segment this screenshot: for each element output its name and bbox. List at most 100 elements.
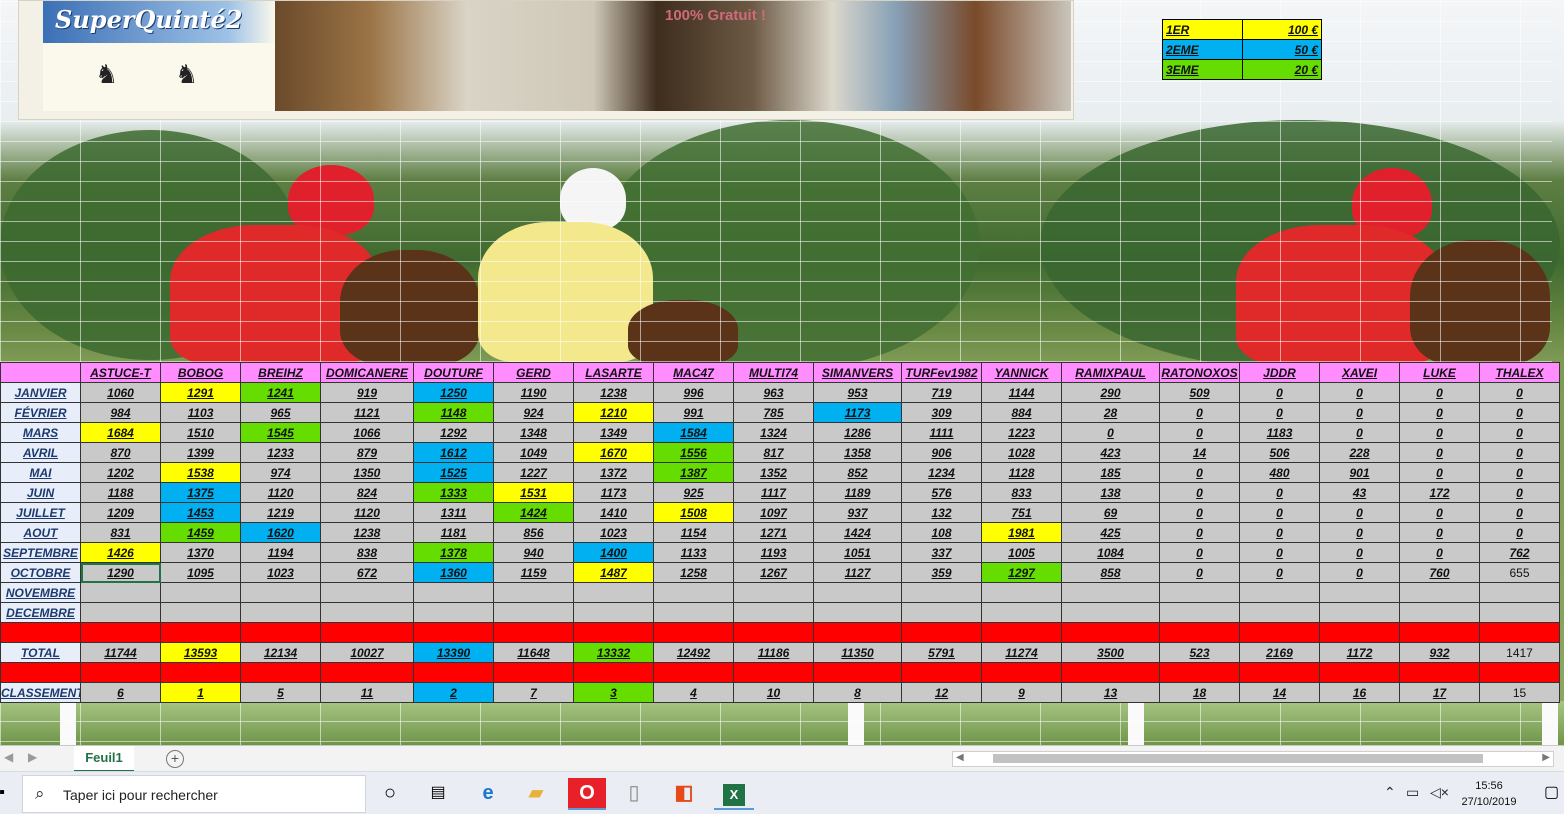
separator-cell[interactable] xyxy=(813,622,902,643)
score-cell[interactable]: 0 xyxy=(1479,462,1560,483)
score-cell[interactable]: 965 xyxy=(240,402,321,423)
score-cell[interactable]: 0 xyxy=(1159,462,1240,483)
score-cell[interactable]: 1981 xyxy=(981,522,1062,543)
notifications-icon[interactable]: ▢ xyxy=(1544,782,1560,804)
score-cell[interactable]: 1584 xyxy=(653,422,734,443)
score-cell[interactable]: 11186 xyxy=(733,642,814,663)
score-cell[interactable]: 1103 xyxy=(160,402,241,423)
row-label[interactable]: TOTAL xyxy=(0,642,81,663)
separator-cell[interactable] xyxy=(240,622,321,643)
separator-cell[interactable] xyxy=(493,622,574,643)
cortana-icon[interactable]: ○ xyxy=(374,778,406,808)
score-cell[interactable]: 480 xyxy=(1239,462,1320,483)
separator-cell[interactable] xyxy=(653,662,734,683)
score-cell[interactable]: 0 xyxy=(1319,562,1400,583)
row-label[interactable]: CLASSEMENT xyxy=(0,682,81,703)
row-label[interactable]: JUILLET xyxy=(0,502,81,523)
score-cell[interactable] xyxy=(733,602,814,623)
score-cell[interactable] xyxy=(813,602,902,623)
separator-cell[interactable] xyxy=(1061,622,1160,643)
score-cell[interactable]: 0 xyxy=(1239,382,1320,403)
player-header[interactable]: LASARTE xyxy=(573,362,654,383)
separator-cell[interactable] xyxy=(733,662,814,683)
score-cell[interactable]: 1508 xyxy=(653,502,734,523)
score-cell[interactable]: 17 xyxy=(1399,682,1480,703)
score-cell[interactable]: 1311 xyxy=(413,502,494,523)
score-cell[interactable]: 1202 xyxy=(80,462,161,483)
score-cell[interactable]: 11 xyxy=(320,682,414,703)
player-header[interactable]: MULTI74 xyxy=(733,362,814,383)
scrollbar-thumb[interactable] xyxy=(993,754,1483,763)
volume-muted-icon[interactable]: ◁× xyxy=(1430,784,1449,801)
score-cell[interactable]: 0 xyxy=(1159,522,1240,543)
score-cell[interactable]: 1173 xyxy=(813,402,902,423)
score-cell[interactable]: 1291 xyxy=(160,382,241,403)
score-cell[interactable]: 856 xyxy=(493,522,574,543)
score-cell[interactable]: 1190 xyxy=(493,382,574,403)
separator-cell[interactable] xyxy=(901,622,982,643)
score-cell[interactable] xyxy=(1239,582,1320,603)
score-cell[interactable] xyxy=(981,602,1062,623)
score-cell[interactable]: 1172 xyxy=(1319,642,1400,663)
score-cell[interactable]: 831 xyxy=(80,522,161,543)
score-cell[interactable]: 1189 xyxy=(813,482,902,503)
file-explorer-icon[interactable]: ▰ xyxy=(520,778,552,808)
score-cell[interactable]: 1233 xyxy=(240,442,321,463)
score-cell[interactable]: 1417 xyxy=(1479,642,1560,663)
score-cell[interactable]: 5791 xyxy=(901,642,982,663)
score-cell[interactable]: 1670 xyxy=(573,442,654,463)
score-cell[interactable] xyxy=(1159,602,1240,623)
player-header[interactable]: RAMIXPAUL xyxy=(1061,362,1160,383)
network-icon[interactable]: ▭ xyxy=(1406,784,1419,801)
score-cell[interactable]: 870 xyxy=(80,442,161,463)
score-cell[interactable]: 1193 xyxy=(733,542,814,563)
score-cell[interactable]: 1349 xyxy=(573,422,654,443)
row-label[interactable]: SEPTEMBRE xyxy=(0,542,81,563)
separator-cell[interactable] xyxy=(1159,622,1240,643)
score-cell[interactable]: 108 xyxy=(901,522,982,543)
separator-cell[interactable] xyxy=(1239,622,1320,643)
score-cell[interactable]: 5 xyxy=(240,682,321,703)
separator-cell[interactable] xyxy=(1399,622,1480,643)
score-cell[interactable]: 15 xyxy=(1479,682,1560,703)
score-cell[interactable]: 919 xyxy=(320,382,414,403)
score-cell[interactable]: 0 xyxy=(1479,522,1560,543)
score-cell[interactable]: 228 xyxy=(1319,442,1400,463)
player-header[interactable]: GERD xyxy=(493,362,574,383)
separator-cell[interactable] xyxy=(813,662,902,683)
separator-cell[interactable] xyxy=(240,662,321,683)
score-cell[interactable]: 11744 xyxy=(80,642,161,663)
score-cell[interactable]: 1023 xyxy=(240,562,321,583)
separator-cell[interactable] xyxy=(320,662,414,683)
score-cell[interactable]: 576 xyxy=(901,482,982,503)
score-cell[interactable]: 1049 xyxy=(493,442,574,463)
score-cell[interactable]: 655 xyxy=(1479,562,1560,583)
score-cell[interactable]: 1426 xyxy=(80,542,161,563)
score-cell[interactable]: 1194 xyxy=(240,542,321,563)
score-cell[interactable]: 1424 xyxy=(493,502,574,523)
next-sheet-icon[interactable]: ▶ xyxy=(28,750,37,764)
score-cell[interactable] xyxy=(320,602,414,623)
score-cell[interactable]: 1258 xyxy=(653,562,734,583)
score-cell[interactable]: 1060 xyxy=(80,382,161,403)
score-cell[interactable]: 901 xyxy=(1319,462,1400,483)
score-cell[interactable]: 991 xyxy=(653,402,734,423)
score-cell[interactable]: 1684 xyxy=(80,422,161,443)
score-cell[interactable]: 0 xyxy=(1479,402,1560,423)
score-cell[interactable]: 1400 xyxy=(573,542,654,563)
score-cell[interactable]: 0 xyxy=(1319,542,1400,563)
score-cell[interactable]: 1234 xyxy=(901,462,982,483)
score-cell[interactable]: 1525 xyxy=(413,462,494,483)
score-cell[interactable]: 1350 xyxy=(320,462,414,483)
score-cell[interactable]: 963 xyxy=(733,382,814,403)
score-cell[interactable]: 996 xyxy=(653,382,734,403)
separator-cell[interactable] xyxy=(413,622,494,643)
score-cell[interactable]: 8 xyxy=(813,682,902,703)
score-cell[interactable]: 1267 xyxy=(733,562,814,583)
score-cell[interactable]: 0 xyxy=(1061,422,1160,443)
score-cell[interactable]: 1378 xyxy=(413,542,494,563)
score-cell[interactable]: 1410 xyxy=(573,502,654,523)
score-cell[interactable]: 13593 xyxy=(160,642,241,663)
score-cell[interactable] xyxy=(493,582,574,603)
score-cell[interactable]: 1084 xyxy=(1061,542,1160,563)
